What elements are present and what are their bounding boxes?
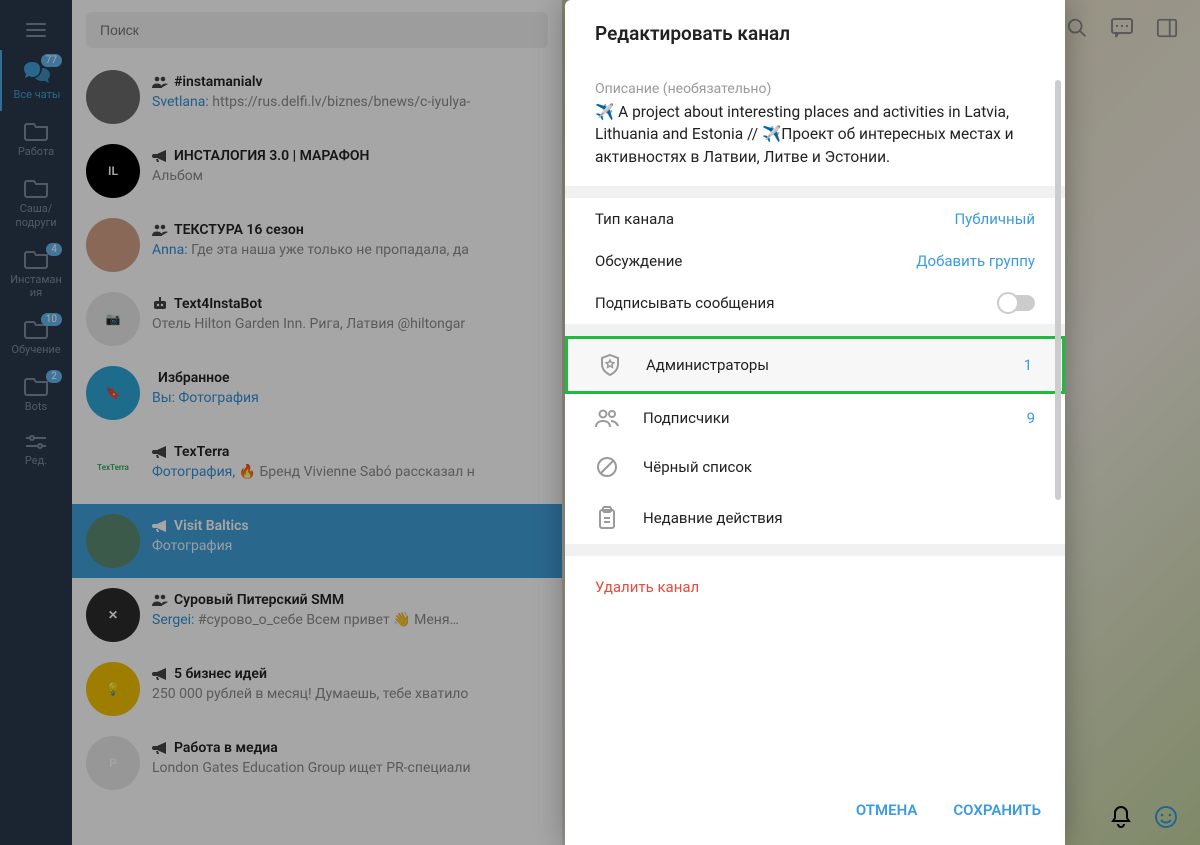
discussion-label: Обсуждение [595, 252, 682, 270]
scrollbar-thumb[interactable] [1055, 80, 1061, 500]
blacklist-row[interactable]: Чёрный список [565, 442, 1065, 492]
recent-actions-label: Недавние действия [643, 509, 783, 527]
edit-channel-modal: Редактировать канал Описание (необязател… [565, 0, 1065, 845]
recent-actions-row[interactable]: Недавние действия [565, 492, 1065, 544]
sign-messages-row[interactable]: Подписывать сообщения [565, 282, 1065, 324]
administrators-row[interactable]: Администраторы 1 [565, 336, 1065, 394]
cancel-button[interactable]: ОТМЕНА [856, 801, 918, 819]
subscribers-row[interactable]: Подписчики 9 [565, 394, 1065, 442]
discussion-row[interactable]: Обсуждение Добавить группу [565, 240, 1065, 282]
blacklist-label: Чёрный список [643, 458, 752, 476]
section-divider [565, 324, 1065, 336]
channel-type-label: Тип канала [595, 210, 674, 228]
ban-icon [595, 456, 619, 478]
section-divider [565, 544, 1065, 556]
discussion-value: Добавить группу [916, 252, 1035, 270]
sign-messages-toggle[interactable] [997, 295, 1035, 311]
description-label: Описание (необязательно) [595, 81, 1035, 97]
description-text[interactable]: ✈️ A project about interesting places an… [595, 101, 1035, 168]
users-icon [595, 408, 619, 428]
administrators-count: 1 [1024, 356, 1032, 374]
shield-icon [598, 353, 622, 377]
save-button[interactable]: СОХРАНИТЬ [953, 801, 1041, 819]
channel-type-row[interactable]: Тип канала Публичный [565, 198, 1065, 240]
subscribers-count: 9 [1027, 409, 1035, 427]
delete-channel-button[interactable]: Удалить канал [565, 556, 1065, 618]
administrators-label: Администраторы [646, 356, 769, 374]
clipboard-icon [595, 506, 619, 530]
subscribers-label: Подписчики [643, 409, 730, 427]
modal-title: Редактировать канал [565, 0, 1065, 67]
channel-type-value: Публичный [954, 210, 1035, 228]
sign-messages-label: Подписывать сообщения [595, 294, 774, 312]
